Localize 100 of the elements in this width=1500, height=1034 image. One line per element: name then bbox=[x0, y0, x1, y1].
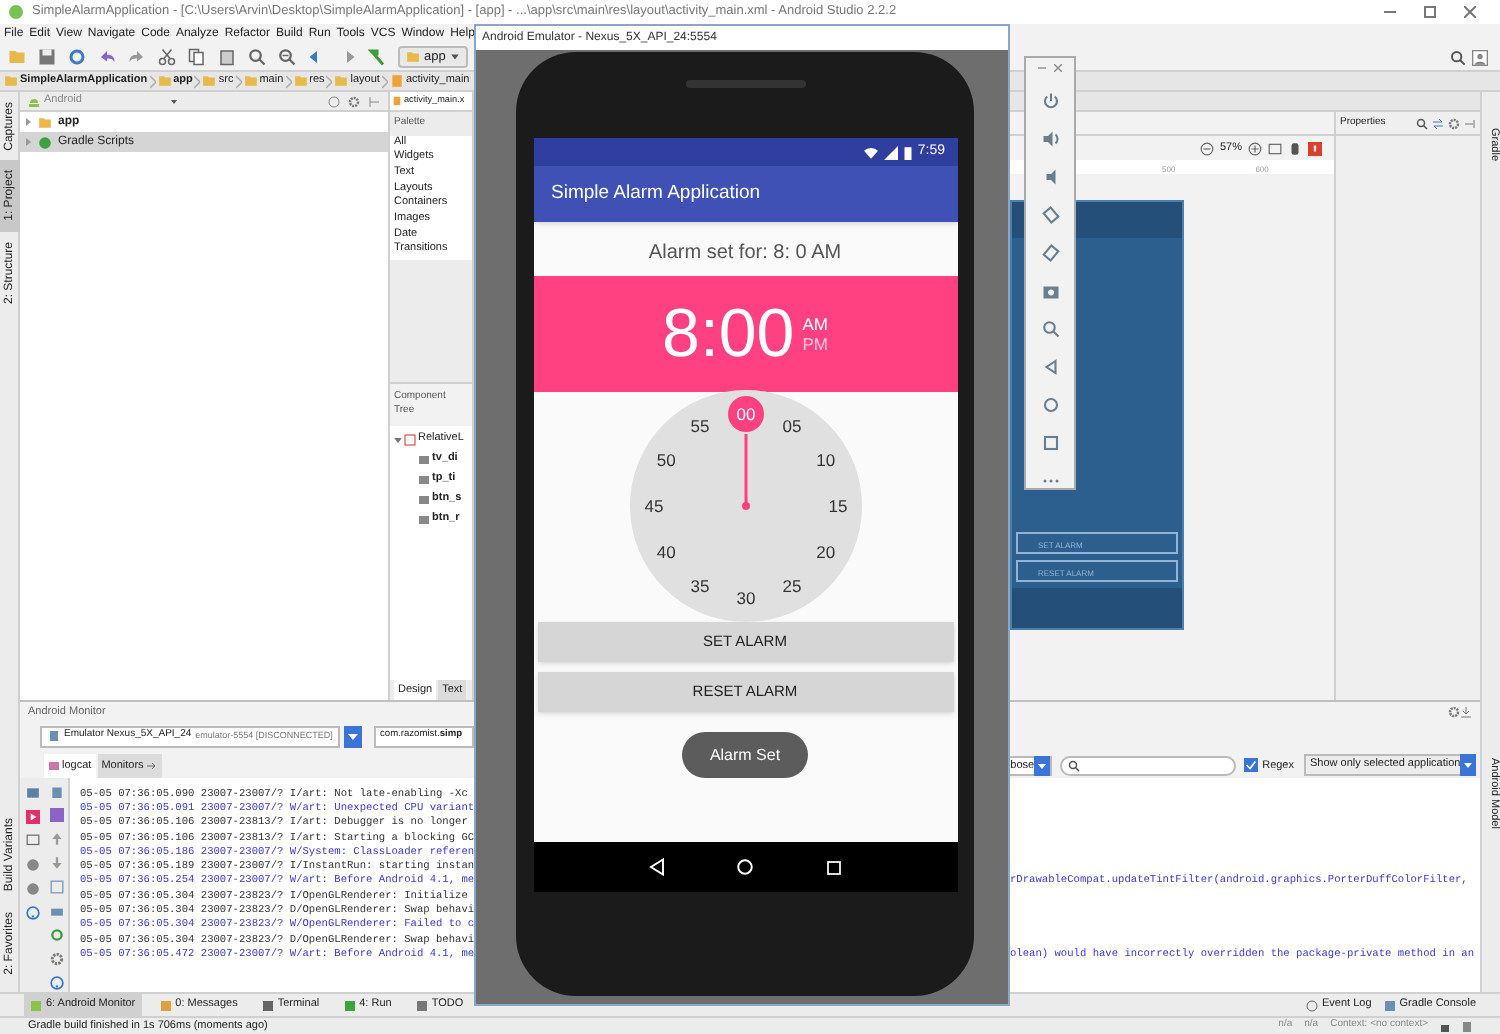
console-icon bbox=[1383, 999, 1396, 1011]
copy-icon[interactable] bbox=[188, 48, 206, 66]
search-icon[interactable] bbox=[1450, 49, 1466, 65]
expand-arrow-icon[interactable] bbox=[24, 138, 32, 146]
search-field[interactable] bbox=[1060, 756, 1237, 776]
app-logo-icon bbox=[8, 4, 24, 20]
clock-number[interactable]: 20 bbox=[815, 541, 835, 561]
battery-icon bbox=[903, 145, 912, 159]
zoom-in-icon[interactable] bbox=[1248, 141, 1262, 155]
zoom-out-icon[interactable] bbox=[1199, 141, 1214, 155]
layout-icon bbox=[404, 433, 416, 445]
android-icon bbox=[28, 95, 40, 107]
search-icon[interactable] bbox=[1416, 117, 1428, 129]
lock-icon bbox=[1440, 1020, 1450, 1032]
minimize-icon[interactable] bbox=[1038, 64, 1046, 72]
clock-number[interactable]: 45 bbox=[643, 495, 663, 515]
android-icon bbox=[30, 999, 42, 1011]
gradle-icon bbox=[38, 135, 52, 149]
clock-number[interactable]: 10 bbox=[815, 449, 835, 469]
alarm-status-text: Alarm set for: 8: 0 AM bbox=[648, 240, 842, 268]
clock-number[interactable]: 15 bbox=[827, 495, 847, 515]
fit-screen-icon[interactable] bbox=[1268, 141, 1282, 155]
replace-icon[interactable] bbox=[278, 48, 296, 66]
volume-down-icon[interactable] bbox=[1041, 168, 1059, 186]
folder-icon bbox=[243, 74, 258, 88]
minimize-icon[interactable] bbox=[1384, 6, 1396, 18]
help-icon[interactable] bbox=[50, 976, 64, 990]
redo-icon[interactable] bbox=[128, 48, 146, 66]
run-icon bbox=[343, 999, 356, 1011]
close-icon[interactable] bbox=[1464, 6, 1476, 18]
toast-message: Alarm Set bbox=[681, 732, 809, 778]
wifi-icon bbox=[863, 145, 878, 159]
device-icon bbox=[48, 730, 60, 742]
device-icon[interactable] bbox=[26, 834, 40, 848]
messages-icon bbox=[159, 999, 172, 1011]
gear-icon[interactable] bbox=[348, 95, 360, 107]
clock-face[interactable]: 00 05 10 15 20 25 30 35 40 45 50 55 bbox=[625, 385, 865, 625]
swap-arrows-icon[interactable] bbox=[1432, 117, 1444, 129]
gear-icon[interactable] bbox=[1448, 117, 1460, 129]
clock-hand[interactable] bbox=[741, 433, 749, 509]
chevron-icon bbox=[381, 73, 388, 89]
trash-icon bbox=[1462, 1020, 1472, 1032]
clock-number[interactable]: 55 bbox=[689, 415, 709, 436]
user-icon[interactable] bbox=[1472, 49, 1488, 65]
expand-arrow-icon[interactable] bbox=[394, 435, 402, 443]
gear-icon[interactable] bbox=[50, 952, 64, 966]
hammer-icon[interactable] bbox=[368, 48, 386, 66]
checkbox[interactable] bbox=[1244, 758, 1259, 773]
zoom-icon[interactable] bbox=[1041, 320, 1059, 338]
sync-icon[interactable] bbox=[68, 48, 86, 66]
app-title: Simple Alarm Application bbox=[551, 179, 761, 208]
trash-icon[interactable] bbox=[50, 784, 64, 798]
rotate-left-icon[interactable] bbox=[1041, 206, 1059, 224]
collapse-icon[interactable] bbox=[328, 95, 340, 107]
wrap-icon[interactable] bbox=[50, 880, 64, 894]
search-icon bbox=[1068, 760, 1081, 772]
close-icon[interactable] bbox=[1054, 64, 1062, 72]
screenshot-icon[interactable] bbox=[26, 786, 40, 800]
caret-icon bbox=[170, 97, 178, 105]
clock-number[interactable]: 05 bbox=[781, 415, 801, 436]
undo-icon[interactable] bbox=[98, 48, 116, 66]
print-icon[interactable] bbox=[50, 904, 64, 918]
gear-icon[interactable] bbox=[1448, 706, 1460, 718]
power-icon[interactable] bbox=[1041, 92, 1059, 110]
folder-icon bbox=[157, 74, 172, 88]
circle-icon[interactable] bbox=[26, 882, 40, 896]
terminal-icon bbox=[261, 999, 274, 1011]
clock-number[interactable]: 35 bbox=[689, 574, 709, 595]
cut-icon[interactable] bbox=[158, 48, 176, 66]
rotate-right-icon[interactable] bbox=[1041, 244, 1059, 262]
caret-icon bbox=[449, 52, 460, 62]
camera-icon[interactable] bbox=[1041, 282, 1059, 300]
down-arrow-icon[interactable] bbox=[50, 856, 64, 870]
search-icon[interactable] bbox=[248, 48, 266, 66]
maximize-icon[interactable] bbox=[1424, 6, 1436, 18]
chevron-icon bbox=[326, 73, 333, 89]
pan-icon[interactable] bbox=[1288, 141, 1302, 155]
folder-icon bbox=[334, 74, 349, 88]
folder-icon bbox=[202, 74, 217, 88]
logcat-icon bbox=[48, 760, 60, 772]
volume-up-icon[interactable] bbox=[1041, 130, 1059, 148]
clock-number[interactable]: 40 bbox=[655, 541, 675, 561]
restart-icon[interactable] bbox=[50, 928, 64, 942]
clock-number[interactable]: 25 bbox=[781, 574, 801, 595]
expand-arrow-icon[interactable] bbox=[24, 118, 32, 126]
download-icon[interactable] bbox=[1460, 706, 1472, 718]
up-arrow-icon[interactable] bbox=[50, 832, 64, 846]
clock-number[interactable]: 50 bbox=[655, 449, 675, 469]
error-icon[interactable] bbox=[1308, 141, 1322, 155]
chevron-icon bbox=[194, 73, 201, 89]
record-icon[interactable] bbox=[26, 810, 40, 824]
time-display: 8:00 bbox=[662, 300, 795, 368]
chevron-icon bbox=[235, 73, 242, 89]
clock-number[interactable]: 30 bbox=[735, 587, 755, 607]
save-icon[interactable] bbox=[38, 48, 56, 66]
help-icon[interactable] bbox=[26, 906, 40, 920]
chevron-icon bbox=[285, 73, 292, 89]
paste-icon[interactable] bbox=[218, 48, 236, 66]
circle-icon[interactable] bbox=[26, 858, 40, 872]
module-icon bbox=[406, 50, 420, 64]
